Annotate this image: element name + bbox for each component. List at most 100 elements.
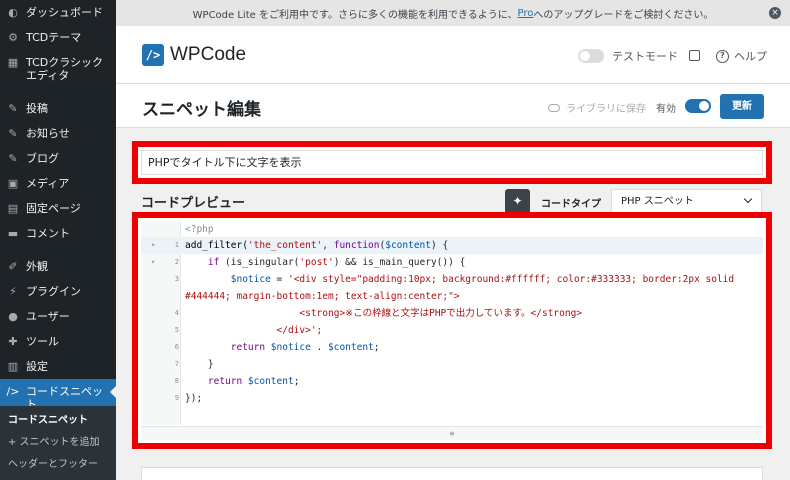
wpcode-logo: /> WPCode [142,44,246,66]
inbox-icon[interactable] [689,50,700,61]
plugins-icon: ⚡ [9,285,17,298]
posts-pin-icon: ✎ [8,102,18,115]
sidebar-item-label: ダッシュボード [26,6,103,19]
logo-text: WPCode [170,44,246,66]
sidebar-item[interactable]: ◐ ダッシュボード [0,0,116,25]
fold-arrow-icon[interactable]: ▾ [151,254,155,271]
code-highlight-box: <?php ▾ 1 add_filter('the_content', func… [132,212,772,449]
magic-wand-icon[interactable]: ✦ [505,189,530,214]
tools-icon: ✚ [8,335,18,348]
sidebar-item[interactable]: ▥ 設定 [0,354,116,379]
code-text: $notice = '<div style="padding:10px; bac… [185,274,740,302]
title-bar: スニペット編集 ライブラリに保存 有効 更新 [116,84,790,128]
sidebar-separator [0,246,116,254]
sidebar-item-label: お知らせ [26,127,70,140]
sidebar-item[interactable]: ● ユーザー [0,304,116,329]
save-to-library-button[interactable]: ライブラリに保存 [548,100,646,115]
code-type-value: PHP スニペット [621,196,694,207]
test-mode-toggle[interactable]: テストモード [578,48,678,64]
sidebar-item[interactable]: ✐ 外観 [0,254,116,279]
pages-icon: ▤ [7,202,19,215]
code-line: 4 <strong>※この枠線と文字はPHPで出力しています。</strong> [141,305,763,322]
sidebar-item-label: プラグイン [26,285,81,298]
appearance-icon: ✐ [8,260,18,273]
code-line: 9 }); [141,390,763,407]
cloud-icon [548,103,560,112]
submenu-item[interactable]: ヘッダーとフッター [0,454,116,476]
wpcode-header: /> WPCode テストモード ? ヘルプ [116,26,790,84]
code-text: add_filter('the_content', function($cont… [185,240,449,251]
code-text: } [185,359,214,370]
code-text: </div>'; [185,325,323,336]
code-line: ▾ 1 add_filter('the_content', function($… [141,237,763,254]
submenu-item[interactable]: コードスニペット [0,410,116,432]
test-mode-label: テストモード [612,50,678,63]
line-number: 9 [174,394,179,402]
code-editor[interactable]: <?php ▾ 1 add_filter('the_content', func… [141,221,763,440]
blog-pin-icon: ✎ [8,152,18,165]
upgrade-notice: WPCode Lite をご利用中です。さらに多くの機能を利用できるように、 P… [116,0,790,26]
code-line: 7 } [141,356,763,373]
help-button[interactable]: ? ヘルプ [716,48,767,64]
line-number: 4 [174,309,179,317]
sidebar-separator [0,88,116,96]
code-type-select[interactable]: PHP スニペット [611,189,762,214]
editor-resize-handle[interactable]: ≡ [141,426,763,440]
sidebar-item-label: TCDクラシックエディタ [26,56,104,82]
code-line: 3 $notice = '<div style="padding:10px; b… [141,271,763,305]
code-line: ▾ 2 if (is_singular('post') && is_main_q… [141,254,763,271]
line-number: 1 [174,241,179,249]
classic-editor-icon: ▦ [7,56,19,69]
close-icon[interactable]: × [769,7,781,19]
sidebar-item[interactable]: ✎ ブログ [0,146,116,171]
snippet-title-input[interactable]: PHPでタイトル下に文字を表示 [141,150,763,175]
save-to-library-label: ライブラリに保存 [566,104,646,115]
help-label: ヘルプ [734,50,767,63]
logo-code: Code [200,44,247,65]
line-number: 6 [174,343,179,351]
sidebar-item[interactable]: ▬ コメント [0,221,116,246]
active-label: 有効 [656,104,676,115]
comments-icon: ▬ [7,227,19,240]
media-icon: ▣ [7,177,19,190]
submenu-item[interactable]: + スニペットを追加 [0,432,116,454]
sidebar-item-label: TCDテーマ [26,31,82,44]
sidebar-item-label: 外観 [26,260,48,273]
sidebar-item[interactable]: ⚙ TCDテーマ [0,25,116,50]
sidebar-item[interactable]: ✚ ツール [0,329,116,354]
sidebar-item-label: 固定ページ [26,202,81,215]
sidebar-item-label: ブログ [26,152,59,165]
theme-gear-icon: ⚙ [8,31,18,44]
sidebar-item-label: ユーザー [26,310,70,323]
active-toggle[interactable] [685,99,711,113]
sidebar-item[interactable]: ✎ お知らせ [0,121,116,146]
pro-link[interactable]: Pro [517,8,533,19]
current-menu-arrow [110,385,117,399]
line-number: 7 [174,360,179,368]
page-title: スニペット編集 [142,100,261,120]
update-button[interactable]: 更新 [720,94,764,119]
sidebar-item[interactable]: ▣ メディア [0,171,116,196]
code-line: 8 return $content; [141,373,763,390]
code-type-label: コードタイプ [541,199,601,210]
admin-sidebar: ◐ ダッシュボード ⚙ TCDテーマ ▦ TCDクラシックエディタ ✎ 投稿 ✎ お知らせ ✎ ブログ… [0,0,117,480]
fold-arrow-icon[interactable]: ▾ [151,237,155,254]
sidebar-item-label: 設定 [26,360,48,373]
title-highlight-box: PHPでタイトル下に文字を表示 [132,141,772,184]
code-snippets-icon: /> [6,385,20,398]
logo-icon: /> [142,44,164,66]
sidebar-item[interactable]: ⚡ プラグイン [0,279,116,304]
submenu-item[interactable]: コンバージョンピクセル [0,476,116,480]
code-text: return $notice . $content; [185,342,380,353]
sidebar-item[interactable]: ▦ TCDクラシックエディタ [0,50,116,88]
sidebar-item[interactable]: ✎ 投稿 [0,96,116,121]
toggle-switch-icon[interactable] [578,49,604,63]
code-preview-label: コードプレビュー [141,196,246,211]
sidebar-item[interactable]: ▤ 固定ページ [0,196,116,221]
settings-icon: ▥ [7,360,19,373]
code-text: }); [185,393,203,404]
notice-text-after: へのアップグレードをご検討ください。 [533,9,714,21]
code-line: 5 </div>'; [141,322,763,339]
news-pin-icon: ✎ [8,127,18,140]
code-text: if (is_singular('post') && is_main_query… [185,257,466,268]
